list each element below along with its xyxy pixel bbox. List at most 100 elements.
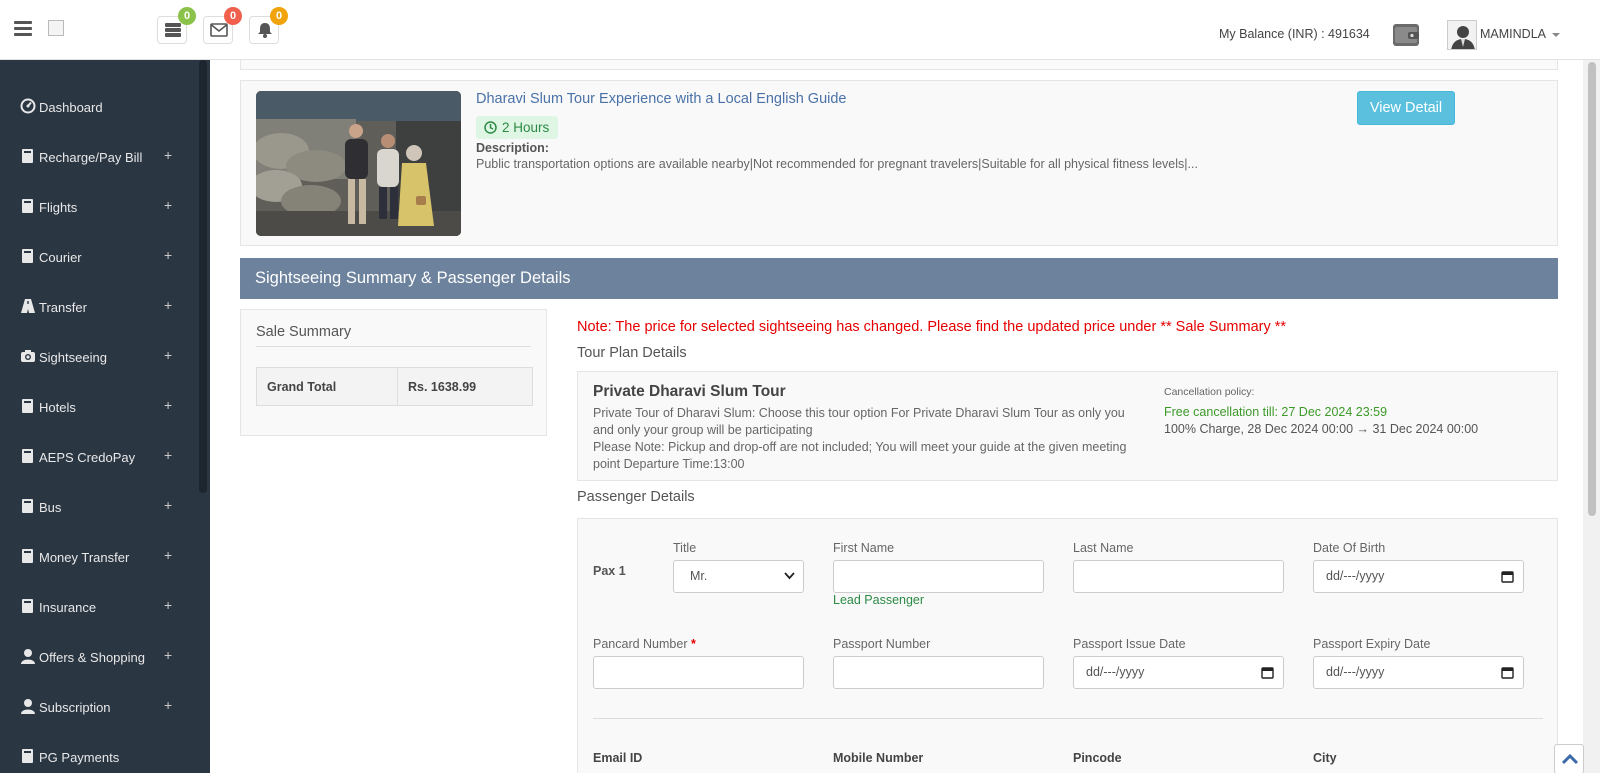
calendar-icon <box>1501 571 1514 583</box>
divider <box>593 718 1543 719</box>
description-label: Description: <box>476 141 549 155</box>
expand-plus-icon[interactable]: + <box>164 447 172 463</box>
wallet-icon[interactable] <box>1391 21 1421 49</box>
sidebar-item-label: Subscription <box>39 700 111 715</box>
expand-plus-icon[interactable]: + <box>164 347 172 363</box>
first-name-input[interactable] <box>833 560 1044 593</box>
chevron-up-icon <box>1561 753 1579 765</box>
main-content: Dharavi Slum Tour Experience with a Loca… <box>210 60 1583 773</box>
sidebar-item-label: Recharge/Pay Bill <box>39 150 143 165</box>
pancard-input[interactable] <box>593 656 804 689</box>
book-icon <box>20 248 36 264</box>
caret-down-icon <box>1551 32 1560 37</box>
sidebar-item-pg-payments[interactable]: PG Payments <box>0 734 200 773</box>
sidebar-item-label: Sightseeing <box>39 350 107 365</box>
expand-plus-icon[interactable]: + <box>164 697 172 713</box>
book-icon <box>20 448 36 464</box>
mobile-label: Mobile Number <box>833 751 924 765</box>
section-title: Sightseeing Summary & Passenger Details <box>240 258 1558 299</box>
expand-plus-icon[interactable]: + <box>164 547 172 563</box>
tour-plan-heading: Tour Plan Details <box>577 345 687 361</box>
title-label: Title <box>673 541 697 555</box>
logo-image[interactable] <box>48 20 64 36</box>
date-placeholder: dd/---/yyyy <box>1326 569 1385 583</box>
tour-plan-desc-line: Please Note: Pickup and drop-off are not… <box>593 440 1127 471</box>
user-silhouette-icon <box>1451 26 1475 49</box>
sidebar-item-dashboard[interactable]: Dashboard <box>0 84 200 134</box>
dob-input[interactable]: dd/---/yyyy <box>1313 560 1524 593</box>
user-icon <box>20 698 36 714</box>
sidebar-item-money-transfer[interactable]: Money Transfer + <box>0 534 200 584</box>
pancard-label-text: Pancard Number <box>593 637 688 651</box>
expand-plus-icon[interactable]: + <box>164 597 172 613</box>
sidebar-item-hotels[interactable]: Hotels + <box>0 384 200 434</box>
orders-button[interactable]: 0 <box>157 7 196 44</box>
sale-summary-table: Grand Total Rs. 1638.99 <box>256 367 533 406</box>
passenger-details-heading: Passenger Details <box>577 489 695 505</box>
book-icon <box>20 198 36 214</box>
menu-toggle-icon[interactable] <box>14 21 32 37</box>
date-placeholder: dd/---/yyyy <box>1326 665 1385 679</box>
tour-plan-description: Private Tour of Dharavi Slum: Choose thi… <box>593 405 1138 473</box>
passport-number-label: Passport Number <box>833 637 931 651</box>
sidebar-scrollbar[interactable] <box>199 60 207 493</box>
book-icon <box>20 398 36 414</box>
sidebar-item-label: Courier <box>39 250 82 265</box>
sidebar-item-bus[interactable]: Bus + <box>0 484 200 534</box>
sidebar-item-aeps-credopay[interactable]: AEPS CredoPay + <box>0 434 200 484</box>
view-detail-button[interactable]: View Detail <box>1357 91 1455 125</box>
tour-plan-name: Private Dharavi Slum Tour <box>593 383 786 400</box>
messages-button[interactable]: 0 <box>203 7 242 44</box>
sidebar-item-insurance[interactable]: Insurance + <box>0 584 200 634</box>
passport-issue-input[interactable]: dd/---/yyyy <box>1073 656 1284 689</box>
description-text: Public transportation options are availa… <box>476 157 1198 171</box>
sidebar-item-label: Flights <box>39 200 78 215</box>
page-scrollbar-thumb[interactable] <box>1588 62 1596 516</box>
tour-plan-panel: Private Dharavi Slum Tour Private Tour o… <box>577 371 1558 481</box>
sidebar-item-recharge-pay-bill[interactable]: Recharge/Pay Bill + <box>0 134 200 184</box>
back-to-top-button[interactable] <box>1554 744 1584 773</box>
tour-plan-desc-line: Private Tour of Dharavi Slum: Choose thi… <box>593 406 1125 437</box>
required-mark: * <box>690 637 696 651</box>
orders-badge: 0 <box>178 7 196 25</box>
notifications-button[interactable]: 0 <box>249 7 288 44</box>
sidebar-item-label: Transfer <box>39 300 87 315</box>
dob-label: Date Of Birth <box>1313 541 1386 555</box>
passenger-form: Pax 1 Title Mr. First Name Lead Passenge… <box>577 518 1558 773</box>
expand-plus-icon[interactable]: + <box>164 647 172 663</box>
user-icon <box>20 648 36 664</box>
clock-icon <box>484 121 497 134</box>
user-avatar[interactable] <box>1447 20 1477 50</box>
sidebar-item-label: Dashboard <box>39 100 103 115</box>
charge-policy-text: 100% Charge, 28 Dec 2024 00:00 → 31 Dec … <box>1164 422 1479 436</box>
tour-title-link[interactable]: Dharavi Slum Tour Experience with a Loca… <box>476 91 846 107</box>
sidebar-item-sightseeing[interactable]: Sightseeing + <box>0 334 200 384</box>
sidebar-item-offers-shopping[interactable]: Offers & Shopping + <box>0 634 200 684</box>
tour-image[interactable] <box>256 91 461 236</box>
sidebar-item-label: PG Payments <box>39 750 120 765</box>
expand-plus-icon[interactable]: + <box>164 147 172 163</box>
sidebar-item-flights[interactable]: Flights + <box>0 184 200 234</box>
book-icon <box>20 148 36 164</box>
sidebar-item-courier[interactable]: Courier + <box>0 234 200 284</box>
sidebar-item-subscription[interactable]: Subscription + <box>0 684 200 734</box>
pincode-label: Pincode <box>1073 751 1122 765</box>
title-select[interactable]: Mr. <box>673 560 804 593</box>
passport-number-input[interactable] <box>833 656 1044 689</box>
expand-plus-icon[interactable]: + <box>164 297 172 313</box>
passport-expiry-label: Passport Expiry Date <box>1313 637 1431 651</box>
user-menu[interactable]: MAMINDLA <box>1480 27 1560 41</box>
expand-plus-icon[interactable]: + <box>164 197 172 213</box>
lead-passenger-note: Lead Passenger <box>833 593 925 607</box>
title-select-value: Mr. <box>690 569 708 583</box>
expand-plus-icon[interactable]: + <box>164 497 172 513</box>
top-navbar: 0 0 0 My Balance (INR) : 491634 MAMINDLA <box>0 0 1600 60</box>
passport-expiry-input[interactable]: dd/---/yyyy <box>1313 656 1524 689</box>
sidebar-item-label: Money Transfer <box>39 550 130 565</box>
last-name-input[interactable] <box>1073 560 1284 593</box>
pancard-label: Pancard Number * <box>593 637 696 651</box>
first-name-label: First Name <box>833 541 895 555</box>
expand-plus-icon[interactable]: + <box>164 247 172 263</box>
sidebar-item-transfer[interactable]: Transfer + <box>0 284 200 334</box>
expand-plus-icon[interactable]: + <box>164 397 172 413</box>
